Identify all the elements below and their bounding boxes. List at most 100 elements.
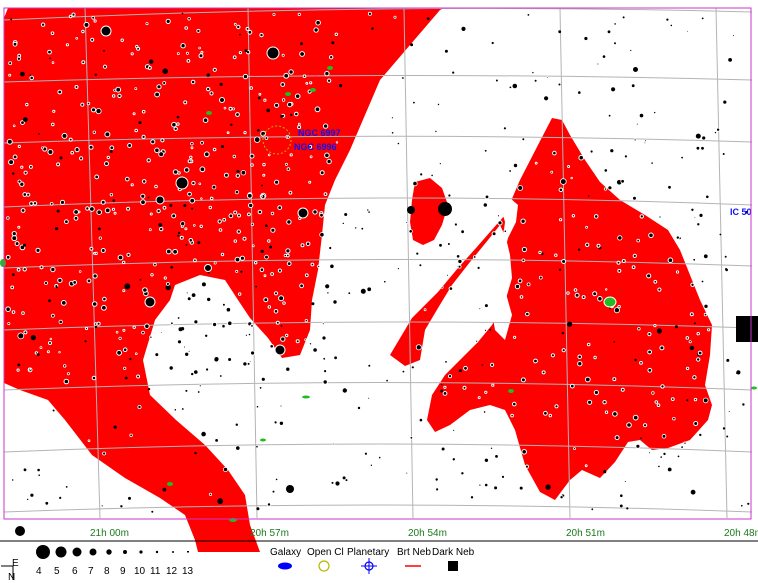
star xyxy=(442,391,448,396)
star xyxy=(222,302,226,307)
star xyxy=(37,468,40,472)
star xyxy=(653,111,657,115)
star xyxy=(681,156,683,159)
star xyxy=(260,376,266,382)
star xyxy=(297,207,309,219)
star xyxy=(436,103,440,107)
star xyxy=(132,325,136,329)
star xyxy=(8,159,15,166)
star xyxy=(198,46,201,50)
magnitude-11-symbol xyxy=(155,550,159,554)
star xyxy=(633,138,637,142)
star xyxy=(39,265,44,270)
star xyxy=(653,324,657,328)
star xyxy=(91,15,95,20)
star xyxy=(603,168,609,173)
star xyxy=(242,73,249,80)
star xyxy=(23,243,26,247)
star xyxy=(177,317,180,319)
dark-nebula-marker[interactable] xyxy=(736,316,758,342)
star xyxy=(104,207,111,214)
star xyxy=(397,142,400,145)
star xyxy=(240,169,247,176)
star xyxy=(120,38,124,42)
star xyxy=(126,252,131,257)
star xyxy=(219,97,225,103)
star xyxy=(280,114,284,118)
star xyxy=(689,312,694,317)
star xyxy=(127,143,133,148)
star xyxy=(434,477,439,482)
star xyxy=(245,26,250,31)
star xyxy=(183,167,190,173)
star xyxy=(473,255,477,259)
star xyxy=(592,291,598,297)
star xyxy=(588,195,590,197)
star xyxy=(728,58,732,62)
star xyxy=(348,292,351,295)
star xyxy=(185,244,188,246)
star xyxy=(65,43,70,47)
star xyxy=(632,253,637,258)
star xyxy=(256,129,260,132)
star xyxy=(512,162,519,169)
star xyxy=(158,151,165,158)
star xyxy=(125,176,130,182)
star xyxy=(146,158,151,163)
star xyxy=(64,219,69,225)
star xyxy=(458,369,462,373)
star xyxy=(290,113,293,116)
magnitude-label: 4 xyxy=(36,566,42,577)
star xyxy=(521,258,526,263)
star xyxy=(270,211,275,216)
star xyxy=(230,123,233,126)
ra-label: 21h 00m xyxy=(90,528,129,539)
star xyxy=(147,196,150,199)
magnitude-label: 13 xyxy=(182,566,194,577)
star xyxy=(423,308,427,312)
star xyxy=(324,152,330,159)
star xyxy=(231,107,235,111)
star xyxy=(160,138,165,143)
legend-dark-nebula-label: Dark Neb xyxy=(432,547,475,558)
star xyxy=(632,414,639,421)
star xyxy=(20,165,24,169)
star xyxy=(323,369,328,374)
star xyxy=(725,434,729,439)
star xyxy=(181,12,184,15)
star xyxy=(653,279,658,284)
star xyxy=(371,27,374,30)
star xyxy=(100,504,104,508)
magnitude-7-symbol xyxy=(89,548,97,556)
star xyxy=(32,201,38,206)
star xyxy=(100,199,106,205)
star xyxy=(50,266,56,273)
star xyxy=(211,184,217,190)
star xyxy=(59,199,66,205)
star xyxy=(477,266,480,269)
star xyxy=(141,134,146,139)
star xyxy=(319,212,324,218)
star xyxy=(148,228,152,232)
star xyxy=(183,100,188,105)
star xyxy=(658,215,662,219)
star xyxy=(543,410,548,416)
star xyxy=(87,439,91,443)
star xyxy=(686,399,689,402)
star xyxy=(310,262,315,267)
star xyxy=(457,258,463,265)
ra-label: 20h 54m xyxy=(408,528,447,539)
star xyxy=(172,248,179,255)
star xyxy=(212,321,218,328)
star xyxy=(693,397,698,402)
star xyxy=(180,43,186,49)
star xyxy=(585,242,590,248)
star xyxy=(256,445,258,448)
star xyxy=(162,68,168,74)
legend-open-cluster-label: Open Cl xyxy=(307,547,344,558)
star xyxy=(41,146,44,150)
star xyxy=(184,351,190,357)
star xyxy=(607,113,612,118)
star xyxy=(191,207,194,210)
star xyxy=(311,302,315,306)
